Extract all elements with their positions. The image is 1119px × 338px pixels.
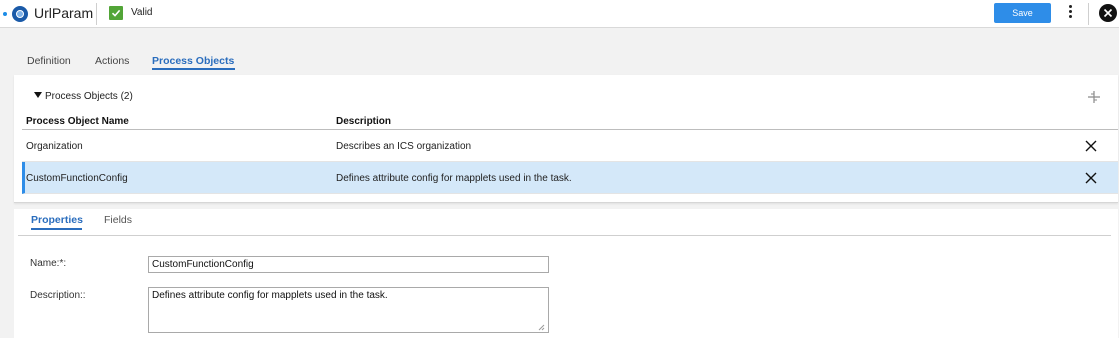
- divider: [96, 3, 97, 25]
- status-dot-icon: [3, 12, 7, 16]
- resize-grip-icon[interactable]: [537, 322, 545, 331]
- name-label: Name:*:: [30, 258, 67, 269]
- name-field[interactable]: [148, 256, 549, 273]
- row-description: Describes an ICS organization: [336, 141, 472, 152]
- active-subtab-indicator: [31, 228, 82, 230]
- add-icon[interactable]: [1087, 90, 1101, 104]
- active-tab-indicator: [152, 68, 235, 70]
- divider: [18, 235, 1111, 236]
- table-row[interactable]: Organization Describes an ICS organizati…: [22, 130, 1118, 162]
- page-title: UrlParam: [34, 5, 94, 21]
- section-label: Process Objects (2): [45, 91, 133, 102]
- tab-properties[interactable]: Properties: [31, 214, 83, 226]
- table-row-selected[interactable]: CustomFunctionConfig Defines attribute c…: [22, 162, 1118, 194]
- tab-process-objects[interactable]: Process Objects: [152, 55, 234, 67]
- validation-status: Valid: [131, 7, 153, 18]
- tab-definition[interactable]: Definition: [27, 55, 71, 67]
- tab-fields[interactable]: Fields: [104, 214, 132, 226]
- tab-actions[interactable]: Actions: [95, 55, 129, 67]
- more-vertical-icon[interactable]: [1066, 3, 1074, 23]
- valid-check-icon: [109, 6, 123, 20]
- row-name: Organization: [26, 141, 83, 152]
- description-label: Description::: [30, 290, 86, 301]
- description-field[interactable]: Defines attribute config for mapplets us…: [148, 287, 549, 333]
- process-objects-section-toggle[interactable]: Process Objects (2): [34, 91, 133, 102]
- table-header: [22, 114, 1118, 130]
- divider: [1088, 3, 1089, 25]
- collapse-triangle-icon[interactable]: [34, 92, 42, 98]
- delete-icon[interactable]: [1084, 139, 1098, 153]
- column-header-name[interactable]: Process Object Name: [26, 116, 129, 127]
- delete-icon[interactable]: [1084, 171, 1098, 185]
- save-button[interactable]: Save: [994, 3, 1051, 23]
- column-header-description[interactable]: Description: [336, 116, 391, 127]
- row-description: Defines attribute config for mapplets us…: [336, 173, 572, 184]
- close-icon[interactable]: [1099, 4, 1117, 22]
- row-name: CustomFunctionConfig: [26, 173, 128, 184]
- top-bar: UrlParam Valid Save: [0, 0, 1119, 28]
- process-icon: [12, 6, 28, 22]
